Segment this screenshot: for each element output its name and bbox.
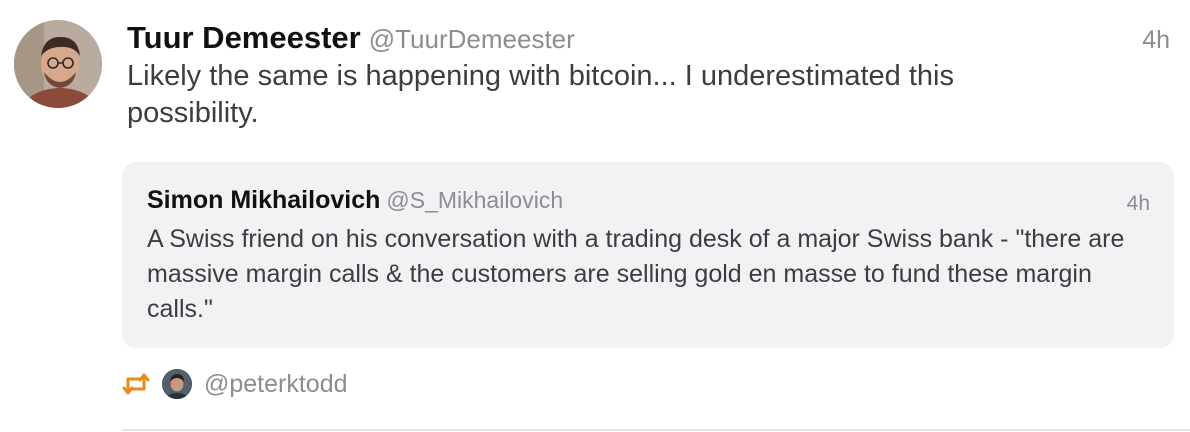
retweeter-avatar-image — [162, 369, 192, 399]
tweet-card[interactable]: Tuur Demeester @TuurDemeester 4h Likely t… — [0, 0, 1190, 432]
quoted-tweet-timestamp: 4h — [1126, 192, 1150, 215]
divider — [122, 429, 1190, 431]
quoted-tweet[interactable]: Simon Mikhailovich @S_Mikhailovich 4h A S… — [122, 162, 1174, 348]
author-name[interactable]: Tuur Demeester — [127, 20, 361, 55]
tweet-header: Tuur Demeester @TuurDemeester — [127, 20, 575, 56]
quoted-tweet-text: A Swiss friend on his conversation with … — [147, 225, 1125, 323]
quoted-author-name: Simon Mikhailovich — [147, 186, 381, 214]
quoted-tweet-header: Simon Mikhailovich @S_Mikhailovich — [147, 186, 563, 215]
author-handle[interactable]: @TuurDemeester — [369, 24, 575, 54]
avatar-image — [14, 20, 102, 108]
tweet-text: Likely the same is happening with bitcoi… — [127, 60, 954, 129]
retweeter-avatar[interactable] — [162, 369, 192, 399]
quoted-author-handle: @S_Mikhailovich — [386, 187, 564, 213]
author-avatar[interactable] — [14, 20, 102, 108]
tweet-timestamp[interactable]: 4h — [1142, 26, 1170, 55]
retweeter-handle[interactable]: @peterktodd — [204, 370, 348, 399]
retweet-icon — [120, 368, 152, 400]
retweet-context: @peterktodd — [120, 366, 348, 402]
